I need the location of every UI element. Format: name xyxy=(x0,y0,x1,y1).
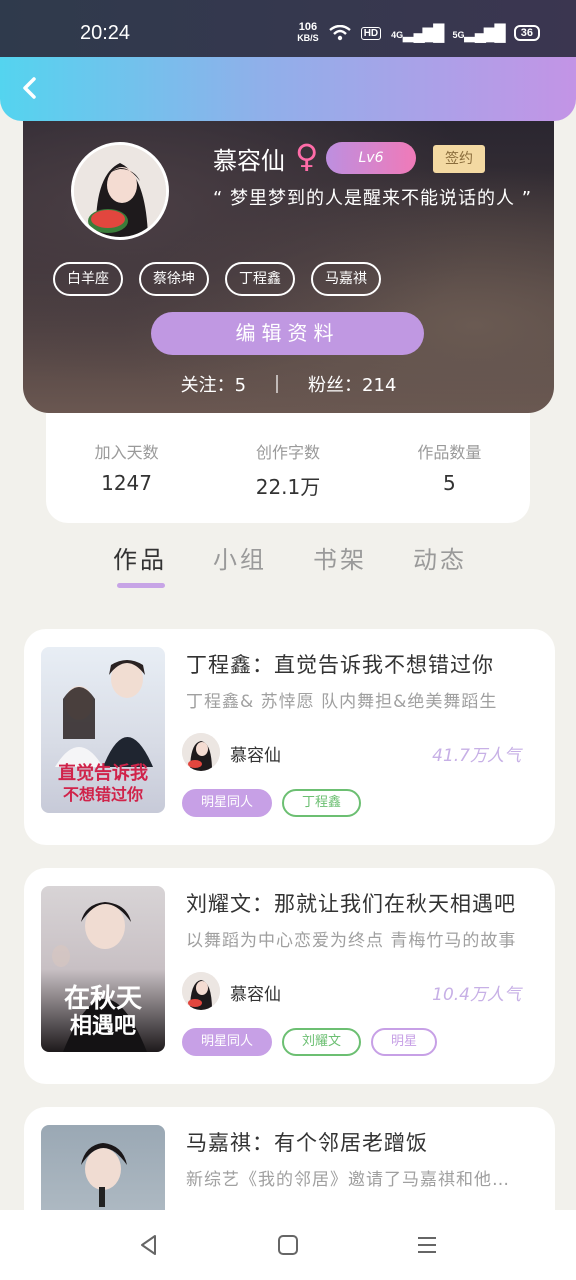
idol-tag[interactable]: 蔡徐坤 xyxy=(139,262,209,296)
work-title[interactable]: 丁程鑫：直觉告诉我不想错过你 xyxy=(186,649,538,679)
idol-tag[interactable]: 丁程鑫 xyxy=(225,262,295,296)
level-badge: Lv6 xyxy=(326,142,416,174)
stats-card: 加入天数 1247 创作字数 22.1万 作品数量 5 xyxy=(46,413,530,523)
divider xyxy=(276,375,279,393)
motto-text: “ 梦里梦到的人是醒来不能说话的人 ” xyxy=(213,188,533,209)
author-name: 慕容仙 xyxy=(230,746,281,766)
author-name: 慕容仙 xyxy=(230,985,281,1005)
work-tag[interactable]: 明星同人 xyxy=(182,789,273,817)
popularity: 41.7万人气 xyxy=(432,746,521,766)
work-card[interactable]: 在秋天 相遇吧 刘耀文：那就让我们在秋天相遇吧 以舞蹈为中心恋爱为终点 青梅竹马… xyxy=(24,868,555,1084)
female-gender-icon: ♀ xyxy=(295,137,319,175)
work-tag[interactable]: 明星 xyxy=(371,1028,438,1056)
book-cover[interactable]: 在秋天 相遇吧 xyxy=(41,886,165,1052)
fans-count[interactable]: 粉丝：214 xyxy=(308,371,396,397)
cover-title-line: 相遇吧 xyxy=(69,1013,136,1039)
book-cover[interactable] xyxy=(41,1125,165,1210)
username: 慕容仙 xyxy=(213,147,285,175)
work-summary: 以舞蹈为中心恋爱为终点 青梅竹马的故事 xyxy=(186,931,517,951)
avatar[interactable] xyxy=(71,142,169,240)
work-card[interactable]: 马嘉祺：有个邻居老蹭饭 新综艺《我的邻居》邀请了马嘉祺和他的邻居 xyxy=(24,1107,555,1210)
header-bar xyxy=(0,57,576,121)
tab-activity[interactable]: 动态 xyxy=(390,536,490,596)
work-summary: 新综艺《我的邻居》邀请了马嘉祺和他的邻居 xyxy=(186,1170,526,1190)
nav-home-icon xyxy=(277,1235,298,1255)
work-list: 直觉告诉我 不想错过你 丁程鑫：直觉告诉我不想错过你 丁程鑫& 苏悻愿 队内舞担… xyxy=(0,605,576,1210)
idol-tags: 白羊座 蔡徐坤 丁程鑫 马嘉祺 xyxy=(53,262,381,296)
nav-back-button[interactable] xyxy=(129,1225,169,1265)
nav-menu-icon xyxy=(417,1237,436,1253)
work-card[interactable]: 直觉告诉我 不想错过你 丁程鑫：直觉告诉我不想错过你 丁程鑫& 苏悻愿 队内舞担… xyxy=(24,629,555,845)
stat-works-count: 作品数量 5 xyxy=(417,443,482,495)
work-summary: 丁程鑫& 苏悻愿 队内舞担&绝美舞蹈生 xyxy=(186,692,498,712)
edit-profile-button[interactable]: 编辑资料 xyxy=(151,312,424,355)
author-avatar xyxy=(182,733,220,771)
signal-icon: 4G▂▄▆█ xyxy=(391,25,444,42)
network-speed: 106 KB/S xyxy=(297,21,319,44)
tab-works[interactable]: 作品 xyxy=(90,536,190,596)
stat-join-days: 加入天数 1247 xyxy=(94,443,159,495)
signal-icon-2: 5G▂▄▆█ xyxy=(452,25,505,42)
popularity: 10.4万人气 xyxy=(432,985,521,1005)
work-tags: 明星同人 丁程鑫 xyxy=(182,789,362,817)
tab-bar: 作品 小组 书架 动态 xyxy=(90,536,490,596)
following-count[interactable]: 关注：5 xyxy=(181,371,246,397)
idol-tag[interactable]: 白羊座 xyxy=(53,262,123,296)
back-icon[interactable] xyxy=(16,73,46,103)
book-cover[interactable]: 直觉告诉我 不想错过你 xyxy=(41,647,165,813)
nav-home-button[interactable] xyxy=(268,1225,308,1265)
nav-back-icon xyxy=(141,1235,157,1255)
system-nav-bar xyxy=(0,1210,576,1280)
cover-title-line: 不想错过你 xyxy=(62,785,143,804)
tab-indicator xyxy=(117,583,165,588)
battery-icon: 36 xyxy=(513,25,540,41)
author-avatar xyxy=(182,972,220,1010)
signed-badge: 签约 xyxy=(433,145,485,173)
work-tag[interactable]: 明星同人 xyxy=(182,1028,273,1056)
profile-card: 慕容仙 ♀ Lv6 签约 “ 梦里梦到的人是醒来不能说话的人 ” 白羊座 蔡徐坤… xyxy=(23,121,554,413)
hd-icon: HD xyxy=(360,26,382,40)
tab-bookshelf[interactable]: 书架 xyxy=(290,536,390,596)
work-tags: 明星同人 刘耀文 明星 xyxy=(182,1028,438,1056)
wifi-icon xyxy=(328,25,351,41)
tab-groups[interactable]: 小组 xyxy=(190,536,290,596)
work-title[interactable]: 刘耀文：那就让我们在秋天相遇吧 xyxy=(186,888,538,918)
idol-tag[interactable]: 马嘉祺 xyxy=(311,262,381,296)
work-tag[interactable]: 刘耀文 xyxy=(282,1028,362,1056)
follow-row: 关注：5 粉丝：214 xyxy=(23,371,554,397)
status-icons: 106 KB/S HD 4G▂▄▆█ 5G▂▄▆█ 36 xyxy=(297,22,540,44)
status-time: 20:24 xyxy=(80,22,131,44)
status-bar: 20:24 106 KB/S HD 4G▂▄▆█ 5G▂▄▆█ 36 xyxy=(0,0,576,60)
stat-word-count: 创作字数 22.1万 xyxy=(255,443,321,499)
work-title[interactable]: 马嘉祺：有个邻居老蹭饭 xyxy=(186,1127,538,1157)
nav-menu-button[interactable] xyxy=(407,1225,447,1265)
work-tag[interactable]: 丁程鑫 xyxy=(282,789,362,817)
